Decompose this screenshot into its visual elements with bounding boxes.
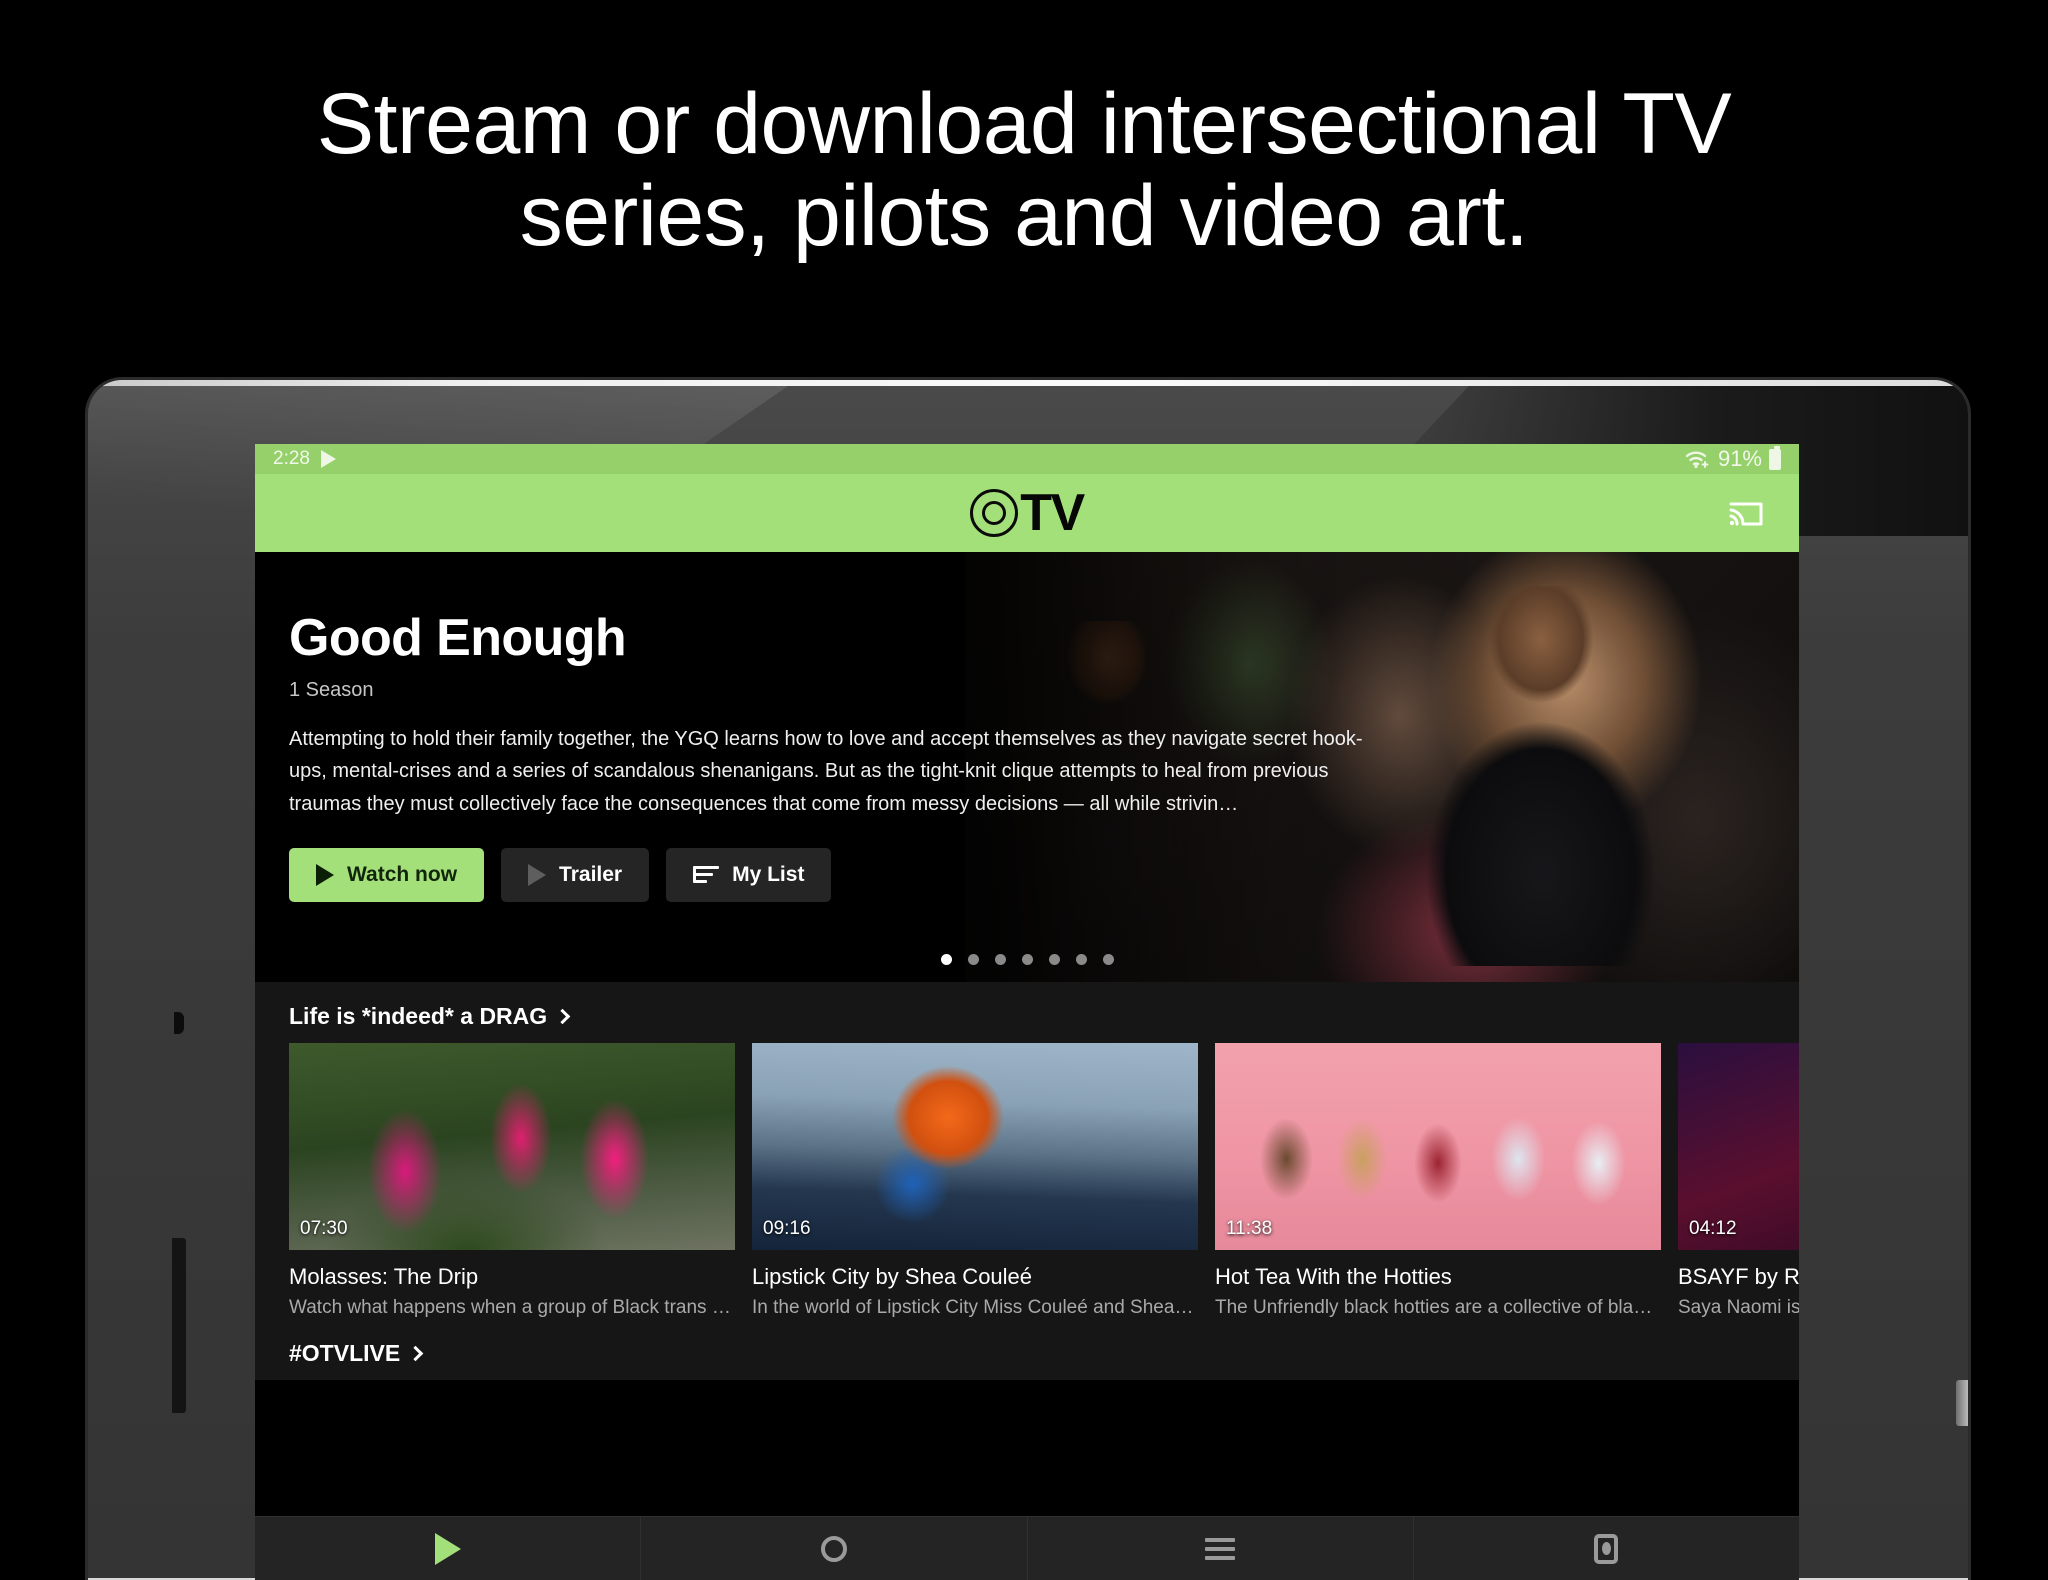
video-subtitle: Watch what happens when a group of Black… xyxy=(289,1297,735,1318)
status-bar-left: 2:28 xyxy=(273,448,336,470)
video-card[interactable]: 11:38 Hot Tea With the Hotties The Unfrien… xyxy=(1215,1043,1661,1319)
device-top-edge-highlight xyxy=(88,380,1968,386)
carousel-dot[interactable] xyxy=(940,954,952,965)
row-title: #OTVLIVE xyxy=(289,1340,401,1366)
video-card[interactable]: 04:12 BSAYF by Ro Saya Naomi is xyxy=(1678,1043,1799,1319)
watch-now-label: Watch now xyxy=(347,863,458,887)
nav-item-account[interactable] xyxy=(1414,1517,1799,1580)
carousel-dot[interactable] xyxy=(994,954,1006,965)
row-title: Life is *indeed* a DRAG xyxy=(289,1003,548,1029)
my-list-label: My List xyxy=(732,863,805,887)
chevron-right-icon xyxy=(407,1345,424,1361)
video-subtitle: In the world of Lipstick City Miss Coule… xyxy=(752,1297,1198,1318)
video-title: Molasses: The Drip xyxy=(289,1264,479,1289)
device-side-button[interactable] xyxy=(172,1238,186,1413)
battery-icon xyxy=(1769,445,1781,470)
hero-carousel-dots xyxy=(255,954,1799,965)
carousel-dot[interactable] xyxy=(967,954,979,965)
nav-item-list[interactable] xyxy=(1028,1517,1414,1580)
row-header[interactable]: #OTVLIVE xyxy=(255,1319,1799,1380)
hero-banner[interactable]: Good Enough 1 Season Attempting to hold … xyxy=(255,552,1799,982)
nav-item-search[interactable] xyxy=(641,1517,1028,1580)
card-carousel[interactable]: 07:30 Molasses: The Drip Watch what happen… xyxy=(255,1043,1799,1319)
nav-item-home[interactable] xyxy=(255,1517,642,1580)
list-icon xyxy=(1205,1537,1236,1560)
video-subtitle: The Unfriendly black hotties are a colle… xyxy=(1215,1297,1661,1318)
watch-now-button[interactable]: Watch now xyxy=(289,848,485,903)
content-rows: Life is *indeed* a DRAG 07:30 Molasses: Th… xyxy=(255,982,1799,1380)
battery-percent-label: 91% xyxy=(1717,446,1762,471)
carousel-dot[interactable] xyxy=(1021,954,1033,965)
trailer-button[interactable]: Trailer xyxy=(501,848,650,903)
concentric-circle-logo-icon xyxy=(970,489,1019,537)
hero-season-count: 1 Season xyxy=(289,679,374,701)
video-duration: 11:38 xyxy=(1226,1218,1273,1239)
tablet-device-frame: 2:28 91% TV Good Enough 1 Season Attempt… xyxy=(88,380,1968,1580)
promo-headline-line-1: Stream or download intersectional TV xyxy=(316,76,1732,172)
video-thumbnail: 09:16 xyxy=(752,1043,1198,1250)
my-list-button[interactable]: My List xyxy=(666,848,832,903)
video-card[interactable]: 07:30 Molasses: The Drip Watch what happen… xyxy=(289,1043,735,1319)
status-bar: 2:28 91% xyxy=(255,444,1799,474)
video-duration: 09:16 xyxy=(763,1218,811,1239)
row-header[interactable]: Life is *indeed* a DRAG xyxy=(255,982,1799,1043)
carousel-dot[interactable] xyxy=(1048,954,1060,965)
bottom-navigation-bar xyxy=(255,1516,1799,1580)
video-thumbnail: 04:12 xyxy=(1678,1043,1799,1250)
device-right-button[interactable] xyxy=(1956,1380,1968,1426)
play-icon xyxy=(528,864,547,887)
wifi-icon xyxy=(1685,451,1709,469)
app-bar: TV xyxy=(255,474,1799,552)
video-thumbnail: 11:38 xyxy=(1215,1043,1661,1250)
video-title: BSAYF by Ro xyxy=(1678,1264,1799,1289)
cast-icon[interactable] xyxy=(1727,498,1765,528)
hero-content: Good Enough 1 Season Attempting to hold … xyxy=(289,608,1799,903)
tablet-screen: 2:28 91% TV Good Enough 1 Season Attempt… xyxy=(255,444,1799,1580)
video-title: Lipstick City by Shea Couleé xyxy=(752,1264,1033,1289)
chevron-right-icon xyxy=(554,1008,571,1024)
video-card[interactable]: 09:16 Lipstick City by Shea Couleé In the … xyxy=(752,1043,1198,1319)
list-plus-icon xyxy=(693,864,720,886)
video-duration: 07:30 xyxy=(300,1218,348,1239)
account-icon xyxy=(1594,1533,1619,1564)
play-icon xyxy=(316,864,334,887)
carousel-dot[interactable] xyxy=(1102,954,1114,965)
status-bar-time: 2:28 xyxy=(273,448,310,469)
home-play-icon xyxy=(434,1532,461,1565)
trailer-label: Trailer xyxy=(559,863,623,887)
play-icon xyxy=(320,450,336,468)
status-bar-right: 91% xyxy=(1685,445,1781,472)
hero-action-buttons: Watch now Trailer My List xyxy=(289,848,1799,903)
device-side-port xyxy=(174,1012,184,1034)
video-subtitle: Saya Naomi is xyxy=(1678,1297,1799,1318)
hero-description: Attempting to hold their family together… xyxy=(289,728,1363,815)
video-title: Hot Tea With the Hotties xyxy=(1215,1264,1452,1289)
otv-logo: TV xyxy=(970,483,1085,543)
hero-title: Good Enough xyxy=(289,609,627,667)
promo-headline-line-2: series, pilots and video art. xyxy=(519,168,1529,265)
carousel-dot[interactable] xyxy=(1075,954,1087,965)
video-thumbnail: 07:30 xyxy=(289,1043,735,1250)
promo-headline: Stream or download intersectional TV ser… xyxy=(0,78,2048,262)
video-duration: 04:12 xyxy=(1689,1218,1737,1239)
logo-text: TV xyxy=(1020,484,1085,542)
search-icon xyxy=(820,1535,847,1562)
